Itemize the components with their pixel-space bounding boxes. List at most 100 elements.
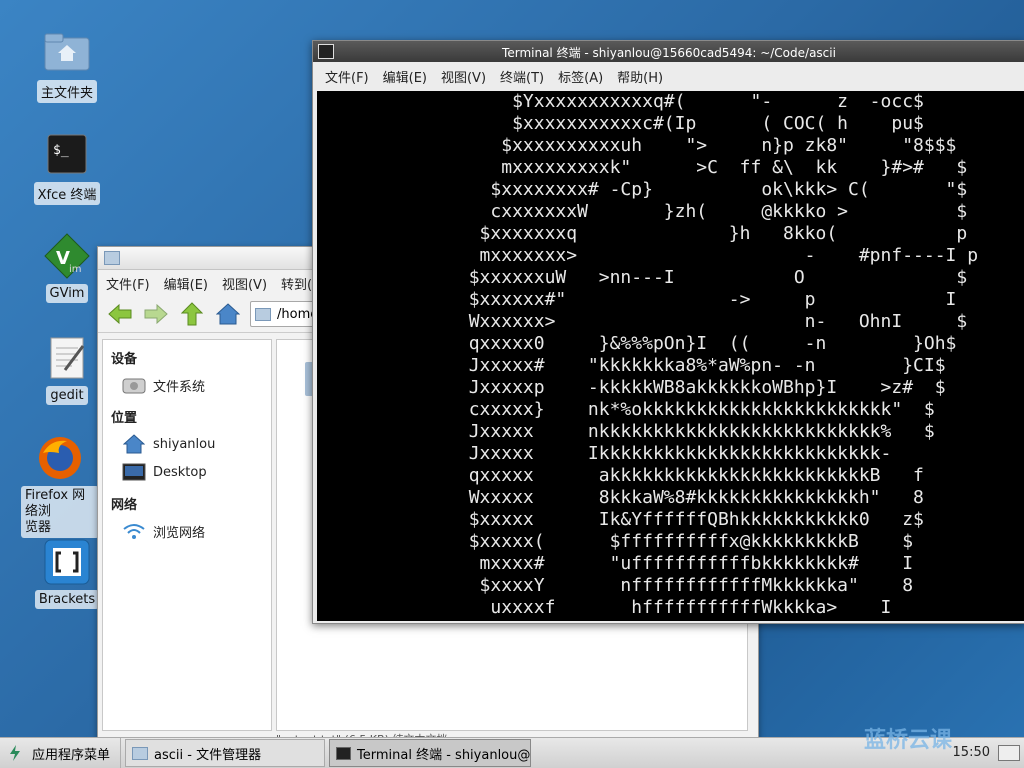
terminal-icon: $_ (43, 130, 91, 178)
desktop-icon-label-line: 览器 (25, 520, 52, 535)
terminal-line: Jxxxxx Ikkkkkkkkkkkkkkkkkkkkkkkkkk- (317, 443, 892, 464)
sidebar-item-label: shiyanlou (153, 436, 216, 452)
desktop-icon-label: 主文件夹 (36, 80, 97, 103)
vim-icon: Vim (43, 232, 91, 280)
terminal-output[interactable]: $Yxxxxxxxxxxxq#( "- z -occ$ $xxxxxxxxxxx… (317, 91, 1024, 621)
file-manager-sidebar: 设备 文件系统 位置 shiyanlou Desktop 网络 浏览网络 (102, 339, 272, 731)
desktop-icon-gvim[interactable]: Vim GVim (36, 232, 98, 303)
terminal-line: $xxxxxxxxxxxc#(Ip ( COC( h pu$ (317, 113, 924, 134)
sidebar-item-label: 文件系统 (153, 379, 206, 395)
terminal-line: Wxxxxxx> n- OhnI $ (317, 311, 968, 332)
menu-edit[interactable]: 编辑(E) (383, 67, 427, 86)
desktop-icon-label-line: Firefox 网络浏 (25, 488, 86, 519)
home-icon (216, 303, 240, 325)
terminal-line: $xxxxxx#" -> p I (317, 289, 957, 310)
menu-terminal[interactable]: 终端(T) (500, 67, 544, 86)
menu-file[interactable]: 文件(F) (106, 274, 150, 293)
watermark-logo: 蓝桥云课 (863, 728, 952, 753)
terminal-icon (336, 746, 352, 760)
wifi-icon (121, 519, 147, 543)
terminal-line: $xxxxY nffffffffffffMkkkkkka" 8 (317, 575, 914, 596)
folder-icon (104, 251, 120, 265)
sidebar-item-browse-network[interactable]: 浏览网络 (103, 517, 271, 545)
sidebar-section-devices: 设备 (111, 352, 138, 367)
desktop-icon-label: Firefox 网络浏 览器 (21, 486, 99, 538)
sidebar-item-label: 浏览网络 (153, 525, 206, 541)
terminal-line: mxxxxxxxxxk" >C ff &\ kk }#># $ (317, 157, 968, 178)
terminal-line: qxxxxx akkkkkkkkkkkkkkkkkkkkkkkkB f (317, 465, 924, 486)
applications-menu-label: 应用程序菜单 (32, 747, 111, 763)
desktop-icon-label: Brackets (34, 590, 100, 609)
menu-help[interactable]: 帮助(H) (617, 67, 663, 86)
desktop-icon-home-folder[interactable]: 主文件夹 (36, 28, 98, 103)
terminal-line: $xxxxxxxxxxuh "> n}p zk8" "8$$$ (317, 135, 957, 156)
text-editor-icon (43, 334, 91, 382)
folder-icon (255, 307, 271, 321)
terminal-line: $xxxxxxxx# -Cp} ok\kkk> C( "$ (317, 179, 968, 200)
menu-file[interactable]: 文件(F) (325, 67, 369, 86)
terminal-line: cxxxxx} nk*%okkkkkkkkkkkkkkkkkkkkkkk" $ (317, 399, 935, 420)
forward-button[interactable] (142, 300, 170, 328)
svg-text:im: im (69, 264, 82, 275)
firefox-icon (36, 434, 84, 482)
keyboard-icon[interactable] (998, 745, 1020, 761)
task-label: Terminal 终端 - shiyanlou@… (357, 747, 532, 763)
svg-text:V: V (56, 248, 70, 269)
terminal-menubar: 文件(F) 编辑(E) 视图(V) 终端(T) 标签(A) 帮助(H) (313, 62, 1024, 90)
terminal-line: $xxxxx Ik&YffffffQBhkkkkkkkkkkk0 z$ (317, 509, 924, 530)
terminal-line: $xxxxx( $ffffffffffx@kkkkkkkkkB $ (317, 531, 914, 552)
desktop-icon-brackets[interactable]: Brackets (34, 538, 100, 609)
terminal-line: uxxxxf hfffffffffffWkkkka> I (317, 597, 892, 618)
menu-view[interactable]: 视图(V) (222, 274, 267, 293)
sidebar-section-network: 网络 (111, 498, 138, 513)
terminal-line: Jxxxxx nkkkkkkkkkkkkkkkkkkkkkkkkkk% $ (317, 421, 935, 442)
desktop-icon-terminal[interactable]: $_ Xfce 终端 (33, 130, 101, 205)
home-button[interactable] (214, 300, 242, 328)
clock: 15:50 (952, 745, 990, 760)
terminal-line: qxxxxx0 }&%%%pOn}I (( -n }Oh$ (317, 333, 957, 354)
menu-view[interactable]: 视图(V) (441, 67, 486, 86)
drive-icon (121, 373, 147, 397)
xfce-logo-icon (10, 745, 20, 761)
svg-text:$_: $_ (53, 143, 69, 158)
menu-tabs[interactable]: 标签(A) (558, 67, 603, 86)
sidebar-item-filesystem[interactable]: 文件系统 (103, 371, 271, 399)
taskbar: 应用程序菜单 ascii - 文件管理器 Terminal 终端 - shiya… (0, 728, 1024, 768)
terminal-line: $xxxxxxuW >nn---I O $ (317, 267, 968, 288)
sidebar-item-desktop[interactable]: Desktop (103, 458, 271, 486)
sidebar-item-label: Desktop (153, 464, 207, 480)
sidebar-item-home[interactable]: shiyanlou (103, 430, 271, 458)
task-terminal[interactable]: Terminal 终端 - shiyanlou@… (329, 739, 532, 767)
arrow-up-icon (181, 302, 203, 326)
home-folder-icon (43, 28, 91, 76)
up-button[interactable] (178, 300, 206, 328)
desktop-icon-label: gedit (46, 386, 88, 405)
terminal-titlebar[interactable]: Terminal 终端 - shiyanlou@15660cad5494: ~/… (313, 41, 1024, 62)
desktop-icon (121, 460, 147, 484)
task-label: ascii - 文件管理器 (154, 747, 262, 763)
terminal-line: Jxxxxx# "kkkkkkka8%*aW%pn- -n }CI$ (317, 355, 946, 376)
desktop-icon-firefox[interactable]: Firefox 网络浏 览器 (21, 434, 99, 538)
task-file-manager[interactable]: ascii - 文件管理器 (125, 739, 326, 767)
menu-edit[interactable]: 编辑(E) (164, 274, 208, 293)
terminal-line: cxxxxxxxW }zh( @kkkko > $ (317, 201, 968, 222)
terminal-line: mxxxx# "ufffffffffffbkkkkkkkk# I (317, 553, 914, 574)
terminal-line: Jxxxxxp -kkkkkWB8akkkkkkoWBhp}I >z# $ (317, 377, 946, 398)
brackets-icon (43, 538, 91, 586)
desktop-icon-label: Xfce 终端 (33, 182, 101, 205)
terminal-line: mxxxxxxx> - #pnf----I p (317, 245, 979, 266)
terminal-line: $Yxxxxxxxxxxxq#( "- z -occ$ (317, 91, 924, 112)
home-icon (121, 432, 147, 456)
applications-menu-button[interactable]: 应用程序菜单 (0, 738, 122, 768)
arrow-left-icon (108, 304, 132, 324)
folder-icon (132, 746, 149, 760)
terminal-line: Wxxxxx 8kkkaW%8#kkkkkkkkkkkkkkkh" 8 (317, 487, 924, 508)
desktop-icon-label: GVim (45, 284, 89, 303)
terminal-window[interactable]: Terminal 终端 - shiyanlou@15660cad5494: ~/… (312, 40, 1024, 624)
arrow-right-icon (144, 304, 168, 324)
desktop-icon-gedit[interactable]: gedit (36, 334, 98, 405)
terminal-line: $xxxxxxxq }h 8kko( p (317, 223, 968, 244)
window-title: Terminal 终端 - shiyanlou@15660cad5494: ~/… (502, 46, 836, 60)
back-button[interactable] (106, 300, 134, 328)
sidebar-section-places: 位置 (111, 411, 138, 426)
